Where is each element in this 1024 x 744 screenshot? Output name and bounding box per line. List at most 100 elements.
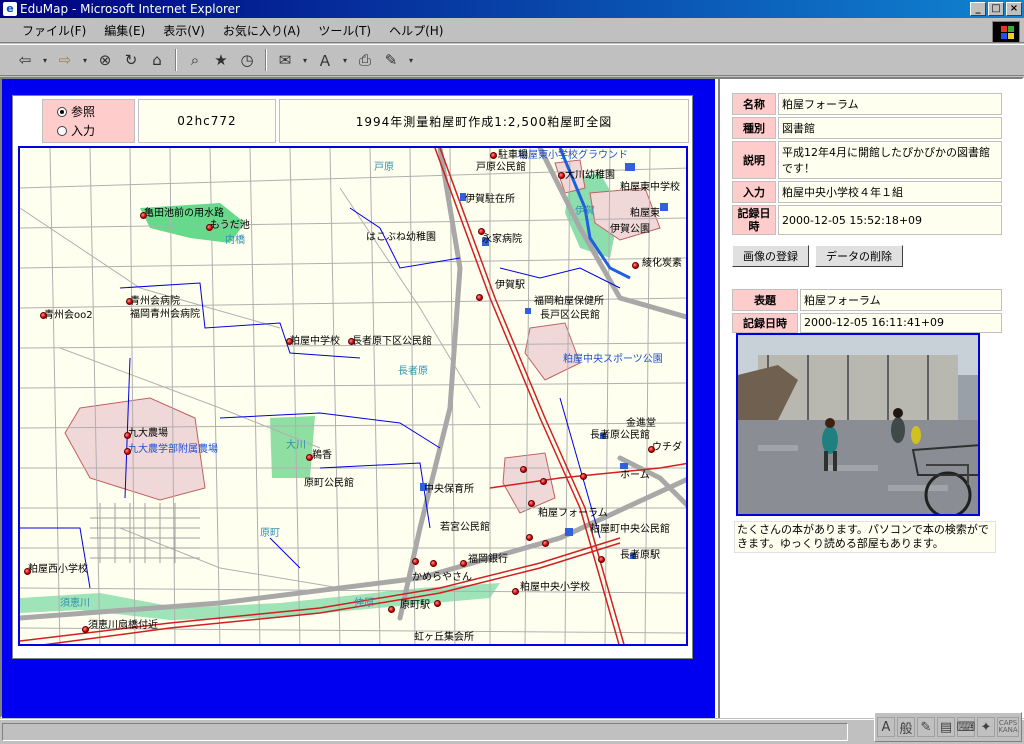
menu-help[interactable]: ヘルプ(H): [383, 20, 449, 41]
map-marker[interactable]: [520, 466, 527, 473]
map-label: 原町駅: [400, 600, 430, 611]
ime-mode-a[interactable]: A: [877, 717, 895, 737]
image-title-value: 粕屋フォーラム: [800, 289, 1002, 311]
home-icon[interactable]: ⌂: [146, 49, 168, 71]
map-label: 原町: [260, 528, 280, 539]
stop-icon[interactable]: ⊗: [94, 49, 116, 71]
photo[interactable]: [736, 333, 980, 516]
map-label: 伊賀公園: [610, 224, 650, 235]
map-marker[interactable]: [206, 224, 213, 231]
forward-icon[interactable]: ⇨: [54, 49, 76, 71]
refresh-icon[interactable]: ↻: [120, 49, 142, 71]
font-dropdown-icon[interactable]: ▾: [340, 49, 350, 71]
map-marker[interactable]: [412, 558, 419, 565]
map-frame: 参照 入力 02hc772 1994年測量粕屋町作成1:2,500粕屋町全図 粕…: [12, 95, 693, 659]
radio-unchecked-icon: [57, 125, 67, 136]
delete-data-button[interactable]: データの削除: [815, 245, 903, 267]
map-marker[interactable]: [528, 500, 535, 507]
map-label: 伊賀駅: [495, 280, 525, 291]
map-label: 須恵川: [60, 598, 90, 609]
favorites-icon[interactable]: ★: [210, 49, 232, 71]
map-marker[interactable]: [124, 448, 131, 455]
map-marker[interactable]: [24, 568, 31, 575]
map-marker[interactable]: [430, 560, 437, 567]
map-marker[interactable]: [580, 473, 587, 480]
map-marker[interactable]: [40, 312, 47, 319]
map-marker[interactable]: [388, 606, 395, 613]
map-marker[interactable]: [542, 540, 549, 547]
menu-favorites[interactable]: お気に入り(A): [217, 20, 307, 41]
map-label: 中央保育所: [424, 484, 474, 495]
map-marker[interactable]: [648, 446, 655, 453]
search-icon[interactable]: ⌕: [184, 49, 206, 71]
ime-mode-kanji[interactable]: 般: [897, 717, 915, 737]
ime-tools-icon[interactable]: ✦: [977, 717, 995, 737]
map-label: 長者原公民館: [590, 430, 650, 441]
image-date-key: 記録日時: [732, 313, 798, 333]
ime-pen-icon[interactable]: ✎: [917, 717, 935, 737]
map-label: ウチダ: [652, 442, 682, 453]
map-marker[interactable]: [460, 560, 467, 567]
image-record: 表題 粕屋フォーラム 記録日時 2000-12-05 16:11:41+09 た…: [732, 289, 1002, 553]
edit-dropdown-icon[interactable]: ▾: [406, 49, 416, 71]
map-marker[interactable]: [348, 338, 355, 345]
map-label: 戸原公民館: [476, 162, 526, 173]
map-canvas[interactable]: 粕屋東小学校グラウンド 駐車場 戸原公民館 戸原 大川幼稚園 粕屋東中学校 伊賀…: [18, 146, 688, 646]
menu-view[interactable]: 表示(V): [157, 20, 211, 41]
map-marker[interactable]: [478, 228, 485, 235]
map-marker[interactable]: [526, 534, 533, 541]
mail-dropdown-icon[interactable]: ▾: [300, 49, 310, 71]
map-label: 永家病院: [482, 234, 522, 245]
back-icon[interactable]: ⇦: [14, 49, 36, 71]
radio-reference[interactable]: 参照: [57, 103, 95, 120]
map-marker[interactable]: [140, 212, 147, 219]
forward-dropdown-icon[interactable]: ▾: [80, 49, 90, 71]
record-table: 名称 粕屋フォーラム 種別 図書館 説明 平成12年4月に開館したぴかぴかの図書館です…: [732, 93, 1002, 237]
radio-input[interactable]: 入力: [57, 122, 95, 139]
image-title-key: 表題: [732, 289, 798, 311]
map-marker[interactable]: [540, 478, 547, 485]
print-icon[interactable]: ⎙: [354, 49, 376, 71]
record-name-value: 粕屋フォーラム: [778, 93, 1002, 115]
close-button[interactable]: ×: [1006, 2, 1022, 16]
menu-file[interactable]: ファイル(F): [16, 20, 92, 41]
map-marker[interactable]: [286, 338, 293, 345]
map-marker[interactable]: [126, 298, 133, 305]
minimize-button[interactable]: _: [970, 2, 986, 16]
map-marker[interactable]: [598, 556, 605, 563]
map-label: 仲原: [354, 598, 374, 609]
menu-tools[interactable]: ツール(T): [312, 20, 377, 41]
ime-dictionary-icon[interactable]: ▤: [937, 717, 955, 737]
map-marker[interactable]: [476, 294, 483, 301]
window-title: EduMap - Microsoft Internet Explorer: [20, 2, 240, 16]
font-size-icon[interactable]: Ａ: [314, 49, 336, 71]
map-label: 伊賀: [575, 206, 595, 217]
map-marker[interactable]: [512, 588, 519, 595]
menu-edit[interactable]: 編集(E): [98, 20, 151, 41]
status-bar: [0, 719, 1024, 744]
map-label: 戸原: [374, 162, 394, 173]
map-marker[interactable]: [632, 262, 639, 269]
map-marker[interactable]: [558, 172, 565, 179]
map-marker[interactable]: [82, 626, 89, 633]
mail-icon[interactable]: ✉: [274, 49, 296, 71]
record-input-value: 粕屋中央小学校４年１組: [778, 181, 1002, 203]
map-label: 粕屋中学校: [290, 336, 340, 347]
map-label: 粕屋町中央公民館: [590, 524, 670, 535]
map-marker[interactable]: [124, 432, 131, 439]
register-image-button[interactable]: 画像の登録: [732, 245, 809, 267]
back-dropdown-icon[interactable]: ▾: [40, 49, 50, 71]
map-marker[interactable]: [490, 152, 497, 159]
map-marker[interactable]: [434, 600, 441, 607]
map-label: 粕屋東中学校: [620, 182, 680, 193]
maximize-button[interactable]: □: [988, 2, 1004, 16]
windows-logo-icon: [992, 21, 1020, 43]
history-icon[interactable]: ◷: [236, 49, 258, 71]
map-marker[interactable]: [306, 454, 313, 461]
map-label: 粕屋西小学校: [28, 564, 88, 575]
map-label: 粕屋フォーラム: [538, 508, 608, 519]
map-label: 長者原: [398, 366, 428, 377]
record-type-value: 図書館: [778, 117, 1002, 139]
ime-keyboard-icon[interactable]: ⌨: [957, 717, 975, 737]
edit-icon[interactable]: ✎: [380, 49, 402, 71]
